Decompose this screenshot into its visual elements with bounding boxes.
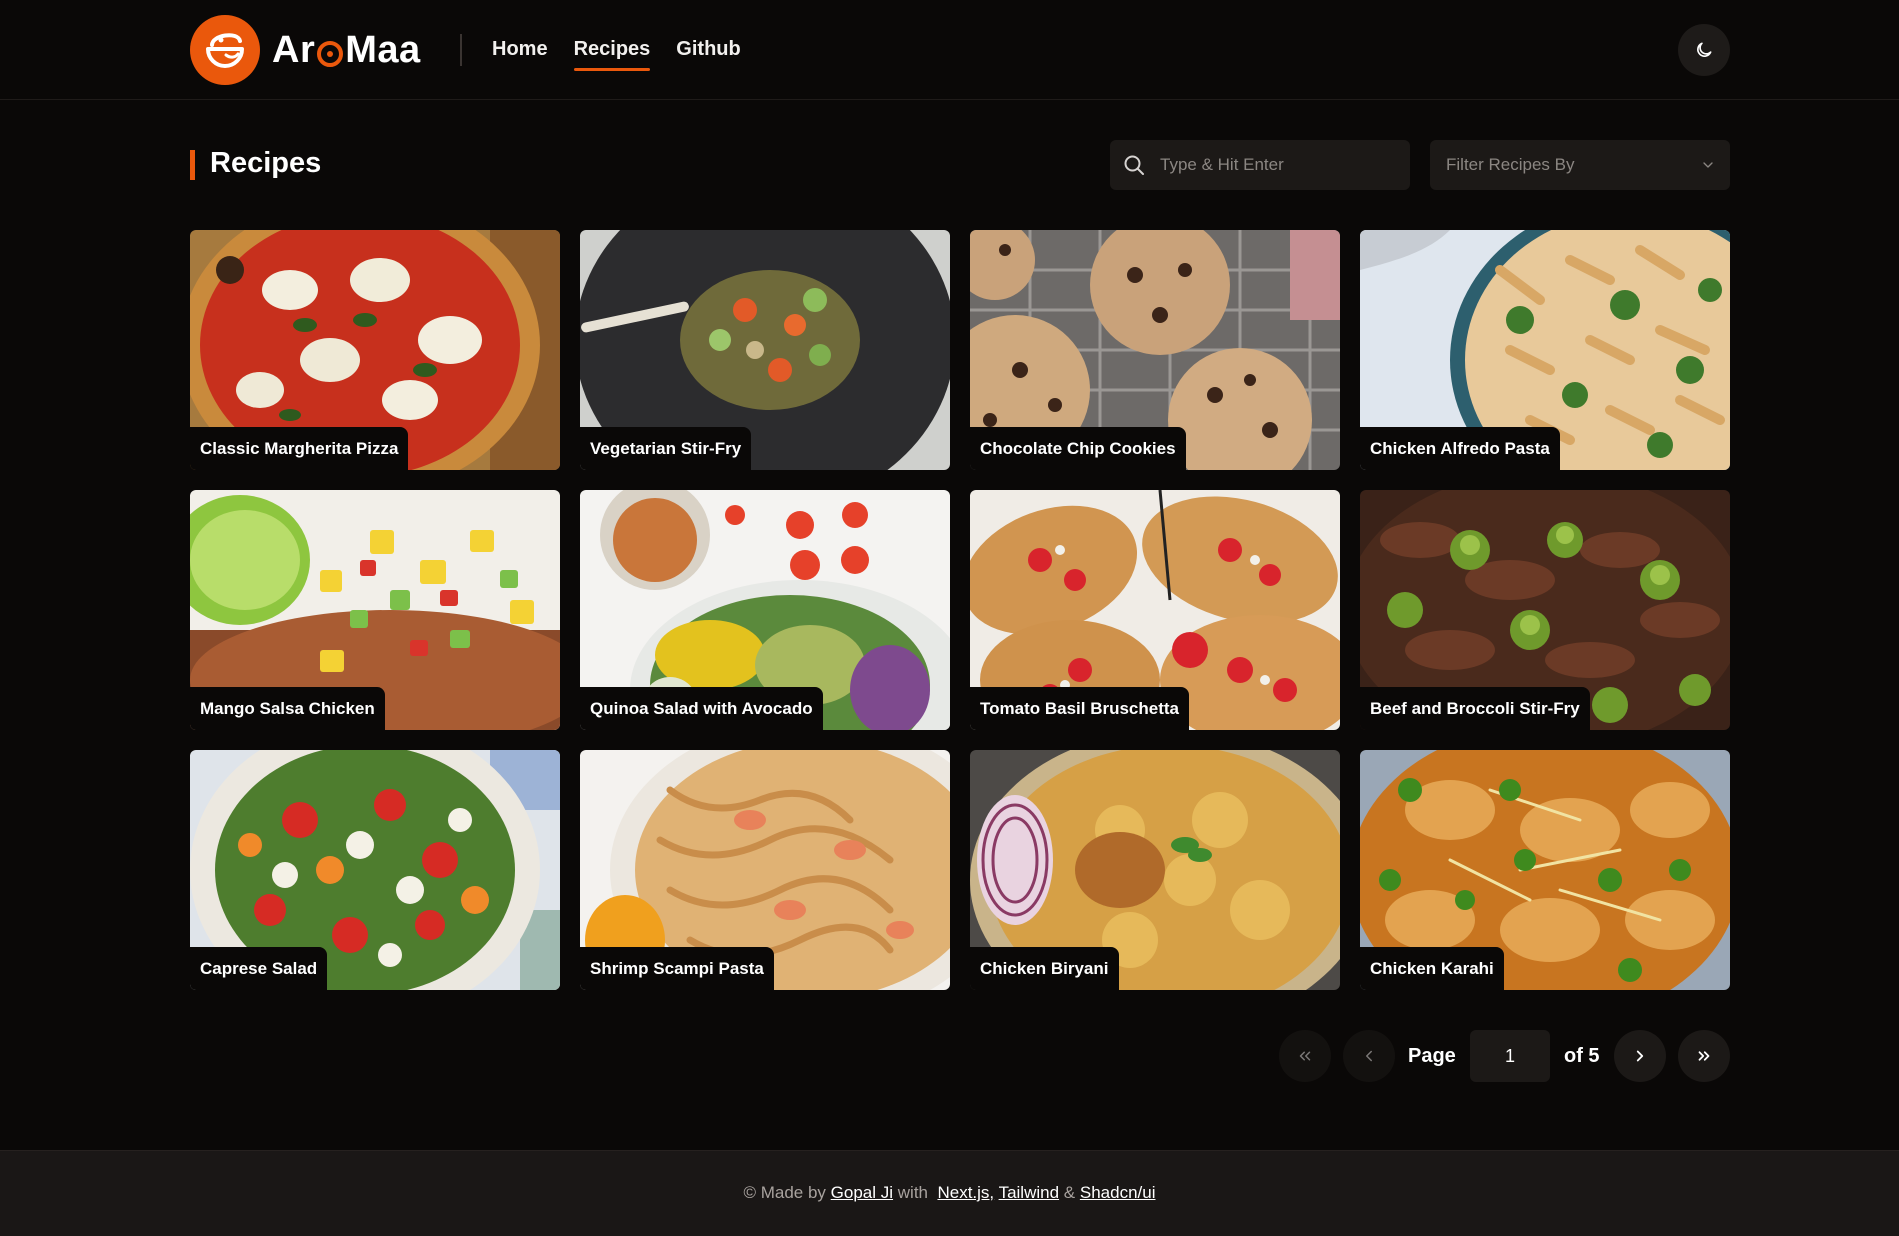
logo-wordmark: Ar Maa [272, 29, 421, 72]
nextjs-link[interactable]: Next.js, [937, 1183, 994, 1202]
nav-github[interactable]: Github [676, 28, 740, 70]
recipe-title: Beef and Broccoli Stir-Fry [1360, 687, 1590, 730]
recipe-card[interactable]: Chicken Alfredo Pasta [1360, 230, 1730, 470]
recipe-title: Classic Margherita Pizza [190, 427, 409, 470]
author-link[interactable]: Gopal Ji [831, 1183, 893, 1202]
search-input[interactable] [1160, 140, 1400, 190]
last-page-button[interactable] [1678, 1030, 1730, 1082]
logo-bowl-icon [190, 15, 260, 85]
tailwind-link[interactable]: Tailwind [999, 1183, 1059, 1202]
recipe-card[interactable]: Chicken Karahi [1360, 750, 1730, 990]
page-title: Recipes [210, 147, 322, 179]
first-page-button[interactable] [1279, 1030, 1331, 1082]
recipe-card[interactable]: Vegetarian Stir-Fry [580, 230, 950, 470]
previous-page-button[interactable] [1343, 1030, 1395, 1082]
footer-with: with [897, 1183, 929, 1202]
recipe-card[interactable]: Tomato Basil Bruschetta [970, 490, 1340, 730]
site-footer: © Made by Gopal Ji with Next.js, Tailwin… [0, 1150, 1899, 1236]
chevrons-left-icon [1299, 1051, 1311, 1061]
recipe-card[interactable]: Chocolate Chip Cookies [970, 230, 1340, 470]
nav-home[interactable]: Home [492, 28, 548, 70]
page-label: Page [1408, 1045, 1456, 1067]
recipe-card[interactable]: Quinoa Salad with Avocado [580, 490, 950, 730]
chevron-right-icon [1636, 1050, 1644, 1062]
filter-select[interactable]: Filter Recipes By [1430, 140, 1730, 190]
chevron-down-icon [1703, 162, 1713, 168]
recipe-title: Chicken Karahi [1360, 947, 1504, 990]
chevrons-right-icon [1698, 1051, 1710, 1061]
search-icon [1124, 155, 1144, 175]
title-accent-bar [190, 150, 195, 180]
recipe-title: Shrimp Scampi Pasta [580, 947, 774, 990]
logo-text-left: Ar [272, 28, 316, 71]
page-number-input[interactable] [1470, 1030, 1550, 1082]
recipe-title: Mango Salsa Chicken [190, 687, 385, 730]
recipe-title: Tomato Basil Bruschetta [970, 687, 1190, 730]
recipe-title: Chocolate Chip Cookies [970, 427, 1186, 470]
footer-amp: & [1063, 1183, 1076, 1202]
main-nav: Home Recipes Github [492, 28, 741, 71]
filter-label: Filter Recipes By [1446, 155, 1575, 174]
theme-toggle-button[interactable] [1678, 24, 1730, 76]
logo-o-icon [317, 41, 344, 67]
footer-prefix: © Made by [743, 1183, 826, 1202]
recipe-title: Chicken Biryani [970, 947, 1119, 990]
search-box [1110, 140, 1410, 190]
footer-credits: © Made by Gopal Ji with Next.js, Tailwin… [0, 1183, 1899, 1203]
recipe-grid: Classic Margherita Pizza Vegetarian Stir… [190, 230, 1730, 990]
recipe-title: Quinoa Salad with Avocado [580, 687, 823, 730]
recipe-title: Vegetarian Stir-Fry [580, 427, 752, 470]
recipe-card[interactable]: Mango Salsa Chicken [190, 490, 560, 730]
moon-icon [1697, 42, 1712, 57]
next-page-button[interactable] [1614, 1030, 1666, 1082]
recipe-card[interactable]: Caprese Salad [190, 750, 560, 990]
recipe-card[interactable]: Shrimp Scampi Pasta [580, 750, 950, 990]
recipe-card[interactable]: Chicken Biryani [970, 750, 1340, 990]
header-divider [460, 34, 462, 66]
nav-recipes[interactable]: Recipes [573, 28, 650, 71]
recipe-card[interactable]: Beef and Broccoli Stir-Fry [1360, 490, 1730, 730]
page-total: of 5 [1564, 1045, 1600, 1067]
recipe-title: Caprese Salad [190, 947, 328, 990]
chevron-left-icon [1366, 1050, 1372, 1062]
logo-link[interactable]: Ar Maa [190, 15, 421, 85]
recipe-card[interactable]: Classic Margherita Pizza [190, 230, 560, 470]
recipe-title: Chicken Alfredo Pasta [1360, 427, 1560, 470]
shadcn-link[interactable]: Shadcn/ui [1080, 1183, 1156, 1202]
logo-text-right: Maa [345, 28, 421, 71]
site-header: Ar Maa Home Recipes Github [0, 0, 1899, 100]
